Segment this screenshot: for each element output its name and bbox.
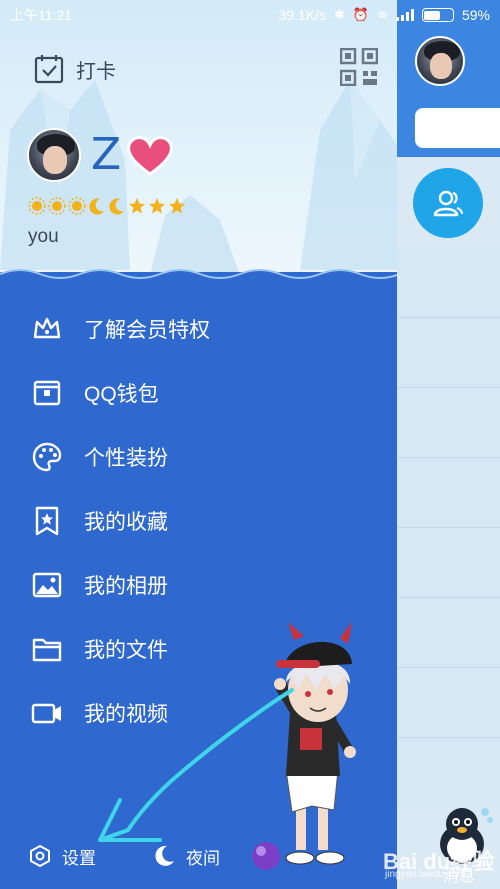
menu-item-label: 了解会员特权 — [84, 319, 210, 342]
settings-button[interactable]: 设置 — [28, 844, 96, 869]
list-item[interactable] — [397, 318, 500, 388]
main-panel: 消息 — [397, 0, 500, 889]
sun-level-icon — [48, 197, 66, 215]
drawer-menu: 了解会员特权 QQ钱包 个性装扮 我的收藏 我的相册 我的文件 我的视频 — [0, 297, 397, 745]
night-mode-button[interactable]: 夜间 — [152, 844, 220, 869]
album-icon — [32, 572, 62, 598]
star-level-icon — [169, 198, 185, 214]
checkin-label: 打卡 — [76, 60, 116, 83]
battery-percent: 59% — [461, 7, 490, 23]
settings-label: 设置 — [62, 848, 96, 868]
purple-orb-icon[interactable] — [250, 840, 282, 872]
contacts-icon — [433, 190, 464, 217]
menu-item-theme[interactable]: 个性装扮 — [0, 425, 397, 489]
moon-icon — [155, 845, 174, 866]
palette-icon — [32, 442, 62, 472]
night-mode-label: 夜间 — [186, 848, 220, 868]
star-level-icon — [129, 198, 145, 214]
qr-code-icon[interactable] — [340, 48, 378, 86]
bluetooth-icon: ✱ — [333, 7, 345, 22]
moon-level-icon — [109, 198, 124, 215]
settings-icon — [30, 844, 50, 868]
menu-item-label: 个性装扮 — [84, 447, 168, 470]
folder-icon — [32, 638, 62, 662]
wallet-icon — [33, 380, 61, 406]
list-item[interactable] — [397, 388, 500, 458]
menu-item-vip[interactable]: 了解会员特权 — [0, 297, 397, 361]
moon-level-icon — [89, 198, 104, 215]
menu-item-label: 我的收藏 — [84, 511, 168, 534]
main-avatar[interactable] — [415, 36, 465, 86]
menu-item-label: 我的视频 — [84, 703, 168, 726]
video-icon — [31, 703, 61, 724]
status-bar: 上午11:21 39.1K/s ✱ ⏰ ≋ 59% — [0, 0, 500, 30]
alarm-icon: ⏰ — [352, 7, 370, 22]
watermark-url: jingyan.baidu.com — [385, 869, 466, 880]
profile-area[interactable]: Z — [27, 128, 175, 182]
heart-icon — [127, 136, 174, 176]
favorites-icon — [35, 506, 59, 536]
checkin-button[interactable]: 打卡 — [34, 54, 116, 84]
nickname: Z — [91, 129, 122, 180]
star-level-icon — [149, 198, 165, 214]
menu-item-album[interactable]: 我的相册 — [0, 553, 397, 617]
network-speed: 39.1K/s — [278, 7, 326, 23]
sun-level-icon — [28, 197, 46, 215]
wave-divider — [0, 269, 397, 288]
signature[interactable]: you — [28, 226, 59, 248]
menu-item-label: QQ钱包 — [84, 383, 159, 406]
conversation-list — [397, 248, 500, 808]
menu-item-videos[interactable]: 我的视频 — [0, 681, 397, 745]
contacts-button[interactable] — [413, 168, 483, 238]
status-time: 上午11:21 — [10, 7, 72, 23]
list-item[interactable] — [397, 528, 500, 598]
list-item[interactable] — [397, 248, 500, 318]
menu-item-files[interactable]: 我的文件 — [0, 617, 397, 681]
level-badges[interactable] — [28, 197, 186, 215]
list-item[interactable] — [397, 668, 500, 738]
sun-level-icon — [68, 197, 86, 215]
wifi-icon: ≋ — [377, 7, 388, 22]
menu-item-label: 我的文件 — [84, 639, 168, 662]
search-box[interactable] — [415, 108, 500, 148]
menu-item-wallet[interactable]: QQ钱包 — [0, 361, 397, 425]
avatar[interactable] — [27, 128, 81, 182]
crown-icon — [33, 317, 61, 339]
side-drawer: 打卡 Z you 了解会员特权 QQ钱包 个性装扮 我的收藏 我的相册 我的文件… — [0, 0, 397, 889]
list-item[interactable] — [397, 458, 500, 528]
signal-icon — [395, 9, 414, 21]
menu-item-label: 我的相册 — [84, 575, 168, 598]
drawer-header: 打卡 Z you — [0, 0, 397, 285]
list-item[interactable] — [397, 598, 500, 668]
drawer-bottom-bar: 设置 夜间 — [0, 836, 397, 876]
menu-item-favorites[interactable]: 我的收藏 — [0, 489, 397, 553]
iceberg-decoration-icon — [300, 80, 397, 270]
battery-icon — [421, 8, 454, 22]
calendar-check-icon — [34, 55, 64, 84]
